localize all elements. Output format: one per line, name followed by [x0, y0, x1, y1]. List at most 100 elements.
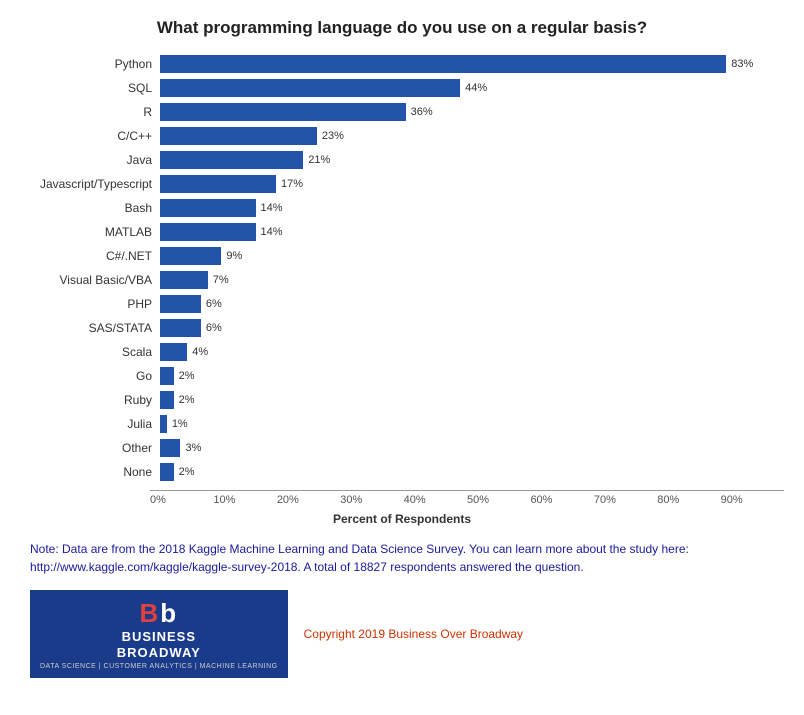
bar-container: 44% [160, 79, 774, 97]
bar-row: MATLAB 14% [30, 222, 774, 242]
bar-value: 1% [172, 418, 188, 430]
bar-container: 21% [160, 151, 774, 169]
bar-row: C/C++ 23% [30, 126, 774, 146]
bar-container: 23% [160, 127, 774, 145]
bar-label: SQL [30, 81, 160, 95]
bar-label: MATLAB [30, 225, 160, 239]
x-axis-label: Percent of Respondents [20, 512, 784, 526]
bar-container: 7% [160, 271, 774, 289]
bar-container: 2% [160, 463, 774, 481]
bar-container: 83% [160, 55, 774, 73]
bar-row: PHP 6% [30, 294, 774, 314]
bar-label: R [30, 105, 160, 119]
bar-row: Bash 14% [30, 198, 774, 218]
bar-value: 44% [465, 82, 487, 94]
bar-label: SAS/STATA [30, 321, 160, 335]
bar [160, 103, 406, 121]
bar [160, 55, 726, 73]
bar-value: 83% [731, 58, 753, 70]
bar-row: Scala 4% [30, 342, 774, 362]
bar [160, 127, 317, 145]
bar-label: Scala [30, 345, 160, 359]
x-tick: 90% [721, 491, 784, 506]
bar [160, 391, 174, 409]
bar-row: SAS/STATA 6% [30, 318, 774, 338]
bar-row: Java 21% [30, 150, 774, 170]
bar-value: 6% [206, 298, 222, 310]
bar-row: SQL 44% [30, 78, 774, 98]
bar-container: 4% [160, 343, 774, 361]
bar-label: Python [30, 57, 160, 71]
bar [160, 271, 208, 289]
x-tick: 10% [213, 491, 276, 506]
bar [160, 199, 256, 217]
x-tick: 0% [150, 491, 213, 506]
bar-label: Javascript/Typescript [30, 177, 160, 191]
bar [160, 463, 174, 481]
bar-container: 2% [160, 391, 774, 409]
bar-label: Java [30, 153, 160, 167]
x-tick: 60% [530, 491, 593, 506]
bar-row: Other3% [30, 438, 774, 458]
x-tick: 80% [657, 491, 720, 506]
logo-bb: Bb [139, 598, 178, 629]
logo: Bb BUSINESS BROADWAY DATA SCIENCE | CUST… [30, 590, 288, 678]
bar [160, 223, 256, 241]
bar-row: None 2% [30, 462, 774, 482]
bar-value: 2% [179, 370, 195, 382]
bar-label: None [30, 465, 160, 479]
x-tick: 50% [467, 491, 530, 506]
copyright-text: Copyright 2019 Business Over Broadway [304, 627, 523, 641]
bar-value: 7% [213, 274, 229, 286]
x-tick: 30% [340, 491, 403, 506]
bar-container: 2% [160, 367, 774, 385]
bar-value: 9% [226, 250, 242, 262]
bar [160, 247, 221, 265]
bar-row: Go 2% [30, 366, 774, 386]
bar-label: Other [30, 441, 160, 455]
x-tick: 20% [277, 491, 340, 506]
chart-area: Python 83% SQL 44% R 36% C/C++ 23% Java 21% Javasc… [20, 54, 784, 486]
bar [160, 343, 187, 361]
bar [160, 151, 303, 169]
bar-label: C/C++ [30, 129, 160, 143]
bar-container: 14% [160, 199, 774, 217]
bar-value: 14% [261, 202, 283, 214]
bar-row: Julia 1% [30, 414, 774, 434]
bar-container: 1% [160, 415, 774, 433]
bar-container: 14% [160, 223, 774, 241]
bar [160, 295, 201, 313]
bar-value: 14% [261, 226, 283, 238]
logo-name1: BUSINESS [122, 629, 196, 645]
bar-container: 6% [160, 295, 774, 313]
bar-label: C#/.NET [30, 249, 160, 263]
logo-sub: DATA SCIENCE | CUSTOMER ANALYTICS | MACH… [40, 663, 278, 670]
bar-label: Ruby [30, 393, 160, 407]
bar-container: 6% [160, 319, 774, 337]
chart-wrapper: What programming language do you use on … [20, 18, 784, 678]
bar-value: 36% [411, 106, 433, 118]
bar-value: 21% [308, 154, 330, 166]
bar-row: Python 83% [30, 54, 774, 74]
bar-value: 6% [206, 322, 222, 334]
bar-value: 23% [322, 130, 344, 142]
bar-container: 36% [160, 103, 774, 121]
x-axis: 0%10%20%30%40%50%60%70%80%90% [150, 490, 784, 506]
bar-value: 2% [179, 394, 195, 406]
bar-value: 4% [192, 346, 208, 358]
x-tick: 70% [594, 491, 657, 506]
bar-label: Go [30, 369, 160, 383]
bar [160, 367, 174, 385]
bar-label: Bash [30, 201, 160, 215]
bar [160, 439, 180, 457]
bar-container: 9% [160, 247, 774, 265]
bar-label: PHP [30, 297, 160, 311]
bar [160, 79, 460, 97]
chart-title: What programming language do you use on … [20, 18, 784, 38]
bar-label: Julia [30, 417, 160, 431]
bar-row: Ruby 2% [30, 390, 774, 410]
bar [160, 175, 276, 193]
x-tick: 40% [404, 491, 467, 506]
bar-value: 2% [179, 466, 195, 478]
bar-container: 17% [160, 175, 774, 193]
